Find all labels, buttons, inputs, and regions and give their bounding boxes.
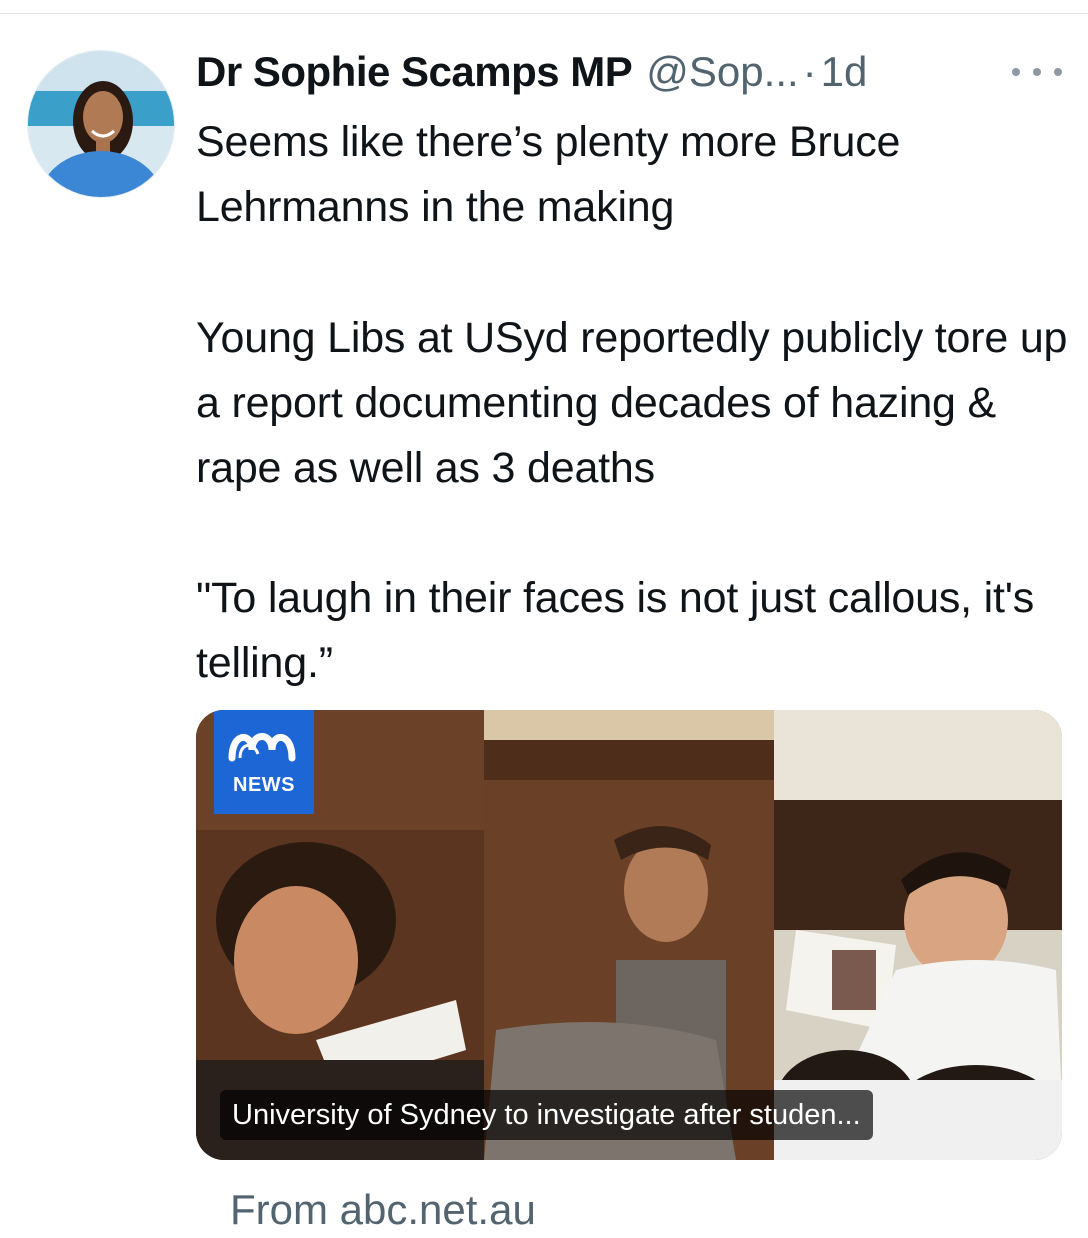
tweet-text-paragraph-1: Seems like there’s plenty more Bruce Leh… xyxy=(196,118,901,231)
abc-news-label: NEWS xyxy=(233,774,295,796)
more-dot xyxy=(1033,68,1041,76)
author-name[interactable]: Dr Sophie Scamps MP xyxy=(196,44,633,100)
tweet-timestamp[interactable]: 1d xyxy=(821,44,868,100)
more-dot xyxy=(1012,68,1020,76)
author-avatar[interactable] xyxy=(27,50,175,198)
abc-news-logo: NEWS xyxy=(214,710,314,814)
separator-dot: · xyxy=(802,48,817,95)
avatar-photo xyxy=(28,51,174,197)
tweet[interactable]: Dr Sophie Scamps MP @Sop... · 1d Seems l… xyxy=(0,14,1088,1233)
card-caption: University of Sydney to investigate afte… xyxy=(220,1090,873,1140)
author-handle[interactable]: @Sop... xyxy=(646,44,798,100)
abc-wave-icon xyxy=(228,733,296,762)
tweet-header: Dr Sophie Scamps MP @Sop... · 1d xyxy=(196,44,867,104)
link-preview-card[interactable]: NEWS University of Sydney to investigate… xyxy=(196,710,1062,1160)
card-source[interactable]: From abc.net.au xyxy=(230,1182,536,1238)
more-dot xyxy=(1054,68,1062,76)
tweet-text-paragraph-3: "To laugh in their faces is not just cal… xyxy=(196,574,1035,687)
more-options-icon[interactable] xyxy=(1012,62,1062,82)
top-divider xyxy=(0,0,1088,14)
tweet-text-paragraph-2: Young Libs at USyd reportedly publicly t… xyxy=(196,314,1068,492)
